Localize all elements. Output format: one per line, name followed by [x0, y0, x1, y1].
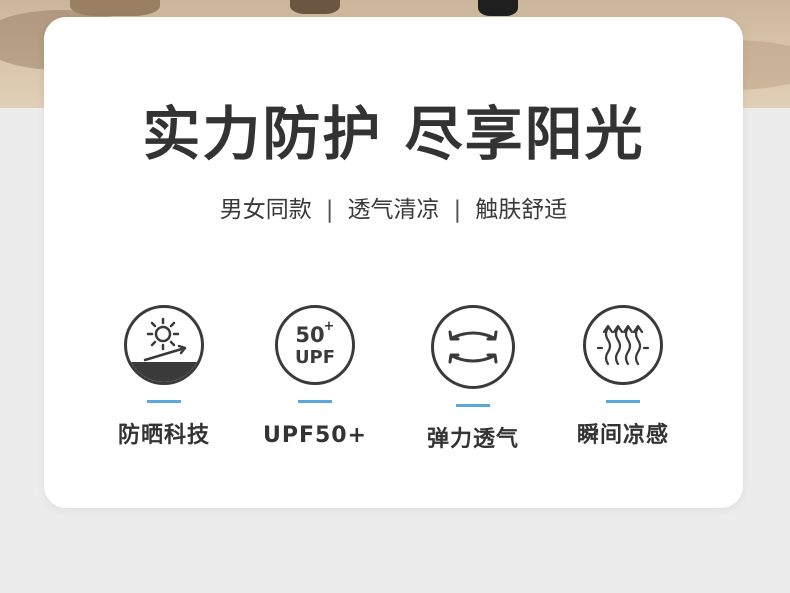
subline-part-unisex: 男女同款: [219, 197, 312, 223]
subline-separator: |: [453, 197, 462, 223]
badge-top-text: 50: [295, 323, 324, 347]
stretch-arrows-icon: [431, 305, 515, 389]
feature-label: 弹力透气: [426, 427, 519, 452]
accent-dash: [298, 400, 332, 403]
feature-label: 瞬间凉感: [576, 423, 669, 448]
feature-sun-protection: 防晒科技: [89, 305, 239, 447]
feature-label: 防晒科技: [117, 423, 210, 448]
headline: 实力防护 尽享阳光: [142, 100, 645, 168]
shoe-shape: [70, 0, 160, 16]
feature-stretch-breathable: 弹力透气: [398, 305, 548, 451]
feature-card: 实力防护 尽享阳光 男女同款 | 透气清凉 | 触肤舒适 防晒科技 50 + U…: [44, 17, 743, 508]
feature-instant-cooling: 瞬间凉感: [548, 305, 698, 447]
badge-bottom-text: UPF: [295, 347, 335, 368]
subline-part-breathable: 透气清凉: [347, 197, 440, 223]
upf50-badge-icon: 50 + UPF: [275, 305, 355, 385]
accent-dash: [606, 400, 640, 403]
shoe-shape: [290, 0, 340, 14]
cooling-airflow-icon: [583, 305, 663, 385]
accent-dash: [456, 404, 490, 407]
badge-plus-text: +: [324, 319, 335, 334]
feature-upf50: 50 + UPF UPF50+: [240, 305, 390, 447]
subline-part-comfort: 触肤舒适: [475, 197, 568, 223]
shoe-shape: [478, 0, 518, 16]
subline-separator: |: [325, 197, 334, 223]
feature-label: UPF50+: [262, 423, 368, 448]
subline: 男女同款 | 透气清凉 | 触肤舒适: [44, 199, 743, 222]
accent-dash: [147, 400, 181, 403]
sun-protection-icon: [124, 305, 204, 385]
